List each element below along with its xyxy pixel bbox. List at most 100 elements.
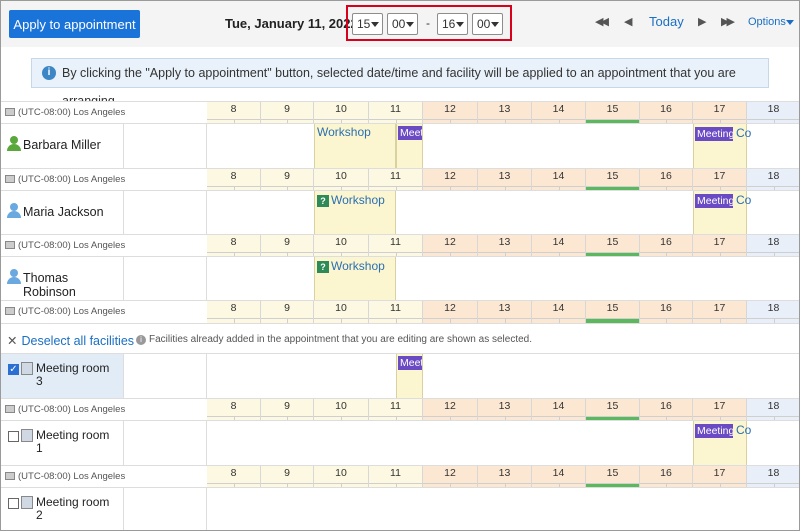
- hour-header-17[interactable]: 17: [693, 399, 747, 421]
- user-name[interactable]: Thomas Robinson: [23, 271, 123, 299]
- next-day-icon[interactable]: ▶: [698, 15, 706, 28]
- hour-header-8[interactable]: 8: [207, 399, 261, 421]
- next-week-icon[interactable]: ▶▶: [721, 15, 735, 28]
- hour-header-9[interactable]: 9: [261, 466, 314, 488]
- hour-header-18[interactable]: 18: [747, 399, 799, 421]
- hour-header-16[interactable]: 16: [640, 301, 693, 323]
- hour-header-11[interactable]: 11: [369, 235, 423, 257]
- hour-header-12[interactable]: 12: [423, 399, 478, 421]
- hour-header-14[interactable]: 14: [532, 102, 586, 124]
- hour-header-8[interactable]: 8: [207, 466, 261, 488]
- event-overflow[interactable]: Co: [736, 126, 751, 140]
- end-hour-select[interactable]: 16: [437, 13, 468, 35]
- hour-header-10[interactable]: 10: [314, 235, 369, 257]
- options-menu[interactable]: Options: [748, 16, 786, 28]
- hour-header-10[interactable]: 10: [314, 301, 369, 323]
- meeting-event[interactable]: Meeting: [695, 424, 733, 438]
- hour-header-15[interactable]: 15: [586, 169, 640, 191]
- hour-header-15[interactable]: 15: [586, 235, 640, 257]
- workshop-event[interactable]: ? Workshop: [317, 193, 385, 207]
- hour-header-15[interactable]: 15: [586, 466, 640, 488]
- hour-header-8[interactable]: 8: [207, 235, 261, 257]
- facility-checkbox[interactable]: ✓: [8, 364, 19, 375]
- facility-name[interactable]: Meeting room 2: [36, 496, 116, 522]
- deselect-all-facilities-link[interactable]: ✕ Deselect all facilities: [7, 333, 134, 348]
- hour-header-13[interactable]: 13: [478, 466, 532, 488]
- prev-week-icon[interactable]: ◀◀: [595, 15, 609, 28]
- hour-header-18[interactable]: 18: [747, 466, 799, 488]
- hour-header-11[interactable]: 11: [369, 169, 423, 191]
- hour-header-10[interactable]: 10: [314, 399, 369, 421]
- hour-header-10[interactable]: 10: [314, 102, 369, 124]
- hour-header-11[interactable]: 11: [369, 301, 423, 323]
- meeting-event[interactable]: Meet: [398, 126, 422, 140]
- hour-header-16[interactable]: 16: [640, 235, 693, 257]
- hour-header-13[interactable]: 13: [478, 235, 532, 257]
- hour-header-10[interactable]: 10: [314, 169, 369, 191]
- hour-header-8[interactable]: 8: [207, 169, 261, 191]
- hour-header-13[interactable]: 13: [478, 301, 532, 323]
- meeting-event[interactable]: Meeting: [695, 194, 733, 208]
- hour-header-17[interactable]: 17: [693, 102, 747, 124]
- hour-header-14[interactable]: 14: [532, 466, 586, 488]
- hour-header-18[interactable]: 18: [747, 301, 799, 323]
- hour-header-13[interactable]: 13: [478, 102, 532, 124]
- hour-header-12[interactable]: 12: [423, 301, 478, 323]
- today-link[interactable]: Today: [649, 14, 684, 29]
- timezone-row: (UTC-08:00) Los Angeles 8 9 10 11 12 13 14 15 16 1…: [1, 234, 799, 257]
- hour-header-18[interactable]: 18: [747, 102, 799, 124]
- meeting-event[interactable]: Meeting: [695, 127, 733, 141]
- facility-name[interactable]: Meeting room 1: [36, 429, 116, 455]
- hour-header-9[interactable]: 9: [261, 235, 314, 257]
- hour-header-17[interactable]: 17: [693, 466, 747, 488]
- hour-header-14[interactable]: 14: [532, 301, 586, 323]
- facility-checkbox[interactable]: [8, 498, 19, 509]
- hour-header-9[interactable]: 9: [261, 301, 314, 323]
- prev-day-icon[interactable]: ◀: [624, 15, 632, 28]
- hour-header-9[interactable]: 9: [261, 169, 314, 191]
- hour-header-12[interactable]: 12: [423, 466, 478, 488]
- hour-header-16[interactable]: 16: [640, 399, 693, 421]
- apply-to-appointment-button[interactable]: Apply to appointment: [9, 10, 140, 38]
- start-hour-select[interactable]: 15: [352, 13, 383, 35]
- hour-header-10[interactable]: 10: [314, 466, 369, 488]
- hour-header-15[interactable]: 15: [586, 399, 640, 421]
- hour-header-17[interactable]: 17: [693, 301, 747, 323]
- hour-header-9[interactable]: 9: [261, 399, 314, 421]
- hour-header-14[interactable]: 14: [532, 399, 586, 421]
- hour-header-17[interactable]: 17: [693, 169, 747, 191]
- hour-header-15[interactable]: 15: [586, 102, 640, 124]
- hour-header-12[interactable]: 12: [423, 169, 478, 191]
- hour-header-11[interactable]: 11: [369, 466, 423, 488]
- hour-header-15[interactable]: 15: [586, 301, 640, 323]
- hour-header-18[interactable]: 18: [747, 169, 799, 191]
- workshop-event[interactable]: ? Workshop: [317, 259, 385, 273]
- hour-header-14[interactable]: 14: [532, 169, 586, 191]
- hour-header-16[interactable]: 16: [640, 169, 693, 191]
- hour-header-14[interactable]: 14: [532, 235, 586, 257]
- meeting-event[interactable]: Meet: [398, 356, 422, 370]
- start-minute-select[interactable]: 00: [387, 13, 418, 35]
- end-minute-select[interactable]: 00: [472, 13, 503, 35]
- hour-header-13[interactable]: 13: [478, 399, 532, 421]
- hour-header-12[interactable]: 12: [423, 235, 478, 257]
- event-overflow[interactable]: Co: [736, 423, 751, 437]
- facility-name[interactable]: Meeting room 3: [36, 362, 116, 388]
- user-name[interactable]: Maria Jackson: [23, 205, 104, 219]
- workshop-event[interactable]: Workshop: [317, 125, 371, 139]
- chevron-down-icon[interactable]: [786, 20, 794, 25]
- user-name[interactable]: Barbara Miller: [23, 138, 101, 152]
- hour-header-11[interactable]: 11: [369, 102, 423, 124]
- hour-header-12[interactable]: 12: [423, 102, 478, 124]
- facility-checkbox[interactable]: [8, 431, 19, 442]
- hour-header-18[interactable]: 18: [747, 235, 799, 257]
- hour-header-9[interactable]: 9: [261, 102, 314, 124]
- hour-header-16[interactable]: 16: [640, 102, 693, 124]
- hour-header-17[interactable]: 17: [693, 235, 747, 257]
- hour-header-8[interactable]: 8: [207, 102, 261, 124]
- hour-header-8[interactable]: 8: [207, 301, 261, 323]
- hour-header-11[interactable]: 11: [369, 399, 423, 421]
- hour-header-13[interactable]: 13: [478, 169, 532, 191]
- hour-header-16[interactable]: 16: [640, 466, 693, 488]
- event-overflow[interactable]: Co: [736, 193, 751, 207]
